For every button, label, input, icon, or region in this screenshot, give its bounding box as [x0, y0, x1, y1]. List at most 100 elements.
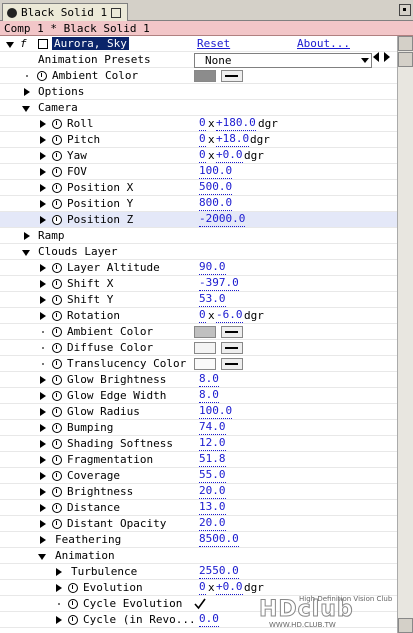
- stopwatch-icon[interactable]: [52, 167, 62, 177]
- expand-icon[interactable]: [40, 376, 46, 384]
- expand-icon[interactable]: [40, 408, 46, 416]
- param-value[interactable]: 100.0: [199, 164, 233, 179]
- stopwatch-icon[interactable]: [52, 503, 62, 513]
- stopwatch-icon[interactable]: [52, 407, 62, 417]
- stopwatch-icon[interactable]: [52, 295, 62, 305]
- expand-icon[interactable]: [40, 472, 46, 480]
- expand-icon[interactable]: [40, 312, 46, 320]
- param-value[interactable]: -2000.0: [199, 212, 246, 227]
- param-value[interactable]: 0: [199, 116, 206, 131]
- param-value[interactable]: 8500.0: [199, 532, 239, 547]
- expand-icon[interactable]: [40, 504, 46, 512]
- collapse-icon[interactable]: [22, 106, 30, 112]
- param-value[interactable]: 51.8: [199, 452, 226, 467]
- expand-icon[interactable]: [40, 536, 46, 544]
- color-swatch[interactable]: [194, 70, 216, 82]
- expand-icon[interactable]: [40, 184, 46, 192]
- stopwatch-icon[interactable]: [52, 279, 62, 289]
- expand-icon[interactable]: [40, 488, 46, 496]
- expand-icon[interactable]: [40, 264, 46, 272]
- group-row[interactable]: Animation: [0, 548, 397, 564]
- expand-icon[interactable]: [40, 168, 46, 176]
- color-swatch[interactable]: [194, 326, 216, 338]
- expand-icon[interactable]: [40, 424, 46, 432]
- eyedropper-icon[interactable]: [221, 70, 243, 82]
- expand-icon[interactable]: [56, 616, 62, 624]
- reset-link[interactable]: Reset: [197, 36, 230, 52]
- param-value[interactable]: 500.0: [199, 180, 233, 195]
- stopwatch-icon[interactable]: [52, 119, 62, 129]
- stopwatch-icon[interactable]: [52, 391, 62, 401]
- param-value[interactable]: 2550.0: [199, 564, 239, 579]
- expand-icon[interactable]: [40, 136, 46, 144]
- stopwatch-icon[interactable]: [52, 359, 62, 369]
- presets-dropdown[interactable]: None: [194, 53, 372, 68]
- param-value[interactable]: 12.0: [199, 436, 226, 451]
- vertical-scrollbar[interactable]: [397, 36, 413, 633]
- stopwatch-icon[interactable]: [52, 439, 62, 449]
- param-value[interactable]: 53.0: [199, 292, 226, 307]
- expand-icon[interactable]: [40, 200, 46, 208]
- effect-options-icon[interactable]: [38, 39, 48, 49]
- expand-icon[interactable]: [56, 568, 62, 576]
- expand-icon[interactable]: [40, 216, 46, 224]
- expand-icon[interactable]: [24, 88, 30, 96]
- close-tab-icon[interactable]: [111, 7, 122, 18]
- param-value[interactable]: +18.0: [216, 132, 250, 147]
- stopwatch-icon[interactable]: [52, 423, 62, 433]
- stopwatch-icon[interactable]: [52, 215, 62, 225]
- param-value[interactable]: 20.0: [199, 516, 226, 531]
- param-value[interactable]: +180.0: [216, 116, 256, 131]
- collapse-icon[interactable]: [38, 554, 46, 560]
- expand-icon[interactable]: [40, 280, 46, 288]
- param-value[interactable]: -6.0: [216, 308, 243, 323]
- param-value[interactable]: +0.0: [216, 148, 243, 163]
- stopwatch-icon[interactable]: [52, 343, 62, 353]
- stopwatch-icon[interactable]: [68, 583, 78, 593]
- stopwatch-icon[interactable]: [52, 487, 62, 497]
- stopwatch-icon[interactable]: [52, 311, 62, 321]
- preset-next-icon[interactable]: [384, 52, 390, 62]
- expand-icon[interactable]: [40, 296, 46, 304]
- group-row[interactable]: Clouds Layer: [0, 244, 397, 260]
- expand-icon[interactable]: [56, 584, 62, 592]
- color-swatch[interactable]: [194, 358, 216, 370]
- tab-black-solid[interactable]: Black Solid 1: [2, 3, 129, 21]
- expand-icon[interactable]: [40, 520, 46, 528]
- param-value[interactable]: -397.0: [199, 276, 239, 291]
- param-value[interactable]: 90.0: [199, 260, 226, 275]
- stopwatch-icon[interactable]: [52, 327, 62, 337]
- effect-name[interactable]: Aurora, Sky: [52, 37, 129, 50]
- param-value[interactable]: 0.0: [199, 612, 219, 627]
- effect-header-row[interactable]: f Aurora, Sky Reset About...: [0, 36, 397, 52]
- expand-icon[interactable]: [40, 392, 46, 400]
- stopwatch-icon[interactable]: [52, 199, 62, 209]
- stopwatch-icon[interactable]: [68, 615, 78, 625]
- param-value[interactable]: 20.0: [199, 484, 226, 499]
- expand-icon[interactable]: [40, 120, 46, 128]
- about-link[interactable]: About...: [297, 36, 350, 52]
- param-value[interactable]: 0: [199, 148, 206, 163]
- group-row[interactable]: Camera: [0, 100, 397, 116]
- param-value[interactable]: 0: [199, 580, 206, 595]
- param-value[interactable]: 100.0: [199, 404, 233, 419]
- stopwatch-icon[interactable]: [68, 599, 78, 609]
- preset-prev-icon[interactable]: [373, 52, 379, 62]
- collapse-icon[interactable]: [6, 42, 14, 48]
- collapse-icon[interactable]: [22, 250, 30, 256]
- save-preset-icon[interactable]: [398, 52, 413, 67]
- expand-icon[interactable]: [40, 152, 46, 160]
- stopwatch-icon[interactable]: [52, 135, 62, 145]
- stopwatch-icon[interactable]: [52, 151, 62, 161]
- stopwatch-icon[interactable]: [52, 471, 62, 481]
- expand-icon[interactable]: [40, 440, 46, 448]
- param-value[interactable]: 8.0: [199, 372, 219, 387]
- stopwatch-icon[interactable]: [52, 455, 62, 465]
- stopwatch-icon[interactable]: [52, 183, 62, 193]
- param-value[interactable]: 55.0: [199, 468, 226, 483]
- param-value[interactable]: +0.0: [216, 580, 243, 595]
- param-value[interactable]: 800.0: [199, 196, 233, 211]
- eyedropper-icon[interactable]: [221, 358, 243, 370]
- param-value[interactable]: 0: [199, 132, 206, 147]
- panel-menu-icon[interactable]: [399, 4, 411, 16]
